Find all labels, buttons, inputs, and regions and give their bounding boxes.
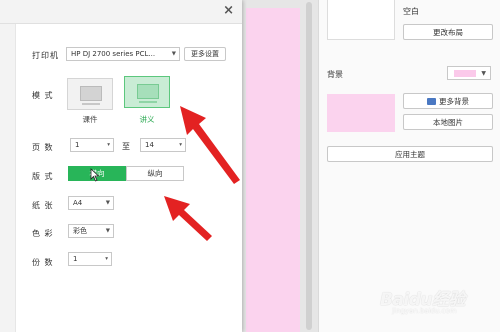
chevron-down-icon: ▼ — [481, 70, 486, 77]
background-preview — [327, 94, 395, 132]
color-select[interactable]: 彩色 ▼ — [68, 224, 114, 238]
change-layout-button[interactable]: 更改布局 — [403, 24, 493, 40]
background-color-swatch — [454, 70, 476, 77]
mode-courseware-card[interactable] — [67, 78, 113, 110]
printer-label: 打印机 — [32, 51, 59, 60]
slide-page-icon — [80, 86, 102, 101]
color-label: 色 彩 — [32, 229, 54, 238]
apply-theme-button[interactable]: 应用主题 — [327, 146, 493, 162]
annotation-arrow-icon — [180, 106, 240, 184]
local-image-button[interactable]: 本地图片 — [403, 114, 493, 130]
background-label: 背景 — [327, 70, 343, 79]
design-panel: 空白 更改布局 背景 ▼ 更多背景 本地图片 应用主题 — [318, 0, 500, 332]
slide-canvas — [246, 8, 300, 332]
canvas-scrollbar[interactable] — [306, 2, 312, 330]
mode-handout-card[interactable] — [124, 76, 170, 108]
spinner-icon: ▾ — [105, 256, 108, 262]
layout-name: 空白 — [403, 7, 419, 16]
dialog-preview-strip — [0, 24, 16, 332]
page-range-separator: 至 — [122, 142, 130, 151]
printer-select[interactable]: HP DJ 2700 series PCL... ▼ — [66, 47, 180, 61]
printer-value: HP DJ 2700 series PCL... — [71, 50, 156, 58]
more-settings-button[interactable]: 更多设置 — [184, 47, 226, 61]
more-backgrounds-label: 更多背景 — [439, 96, 469, 106]
watermark-url: jingyan.baidu.com — [392, 307, 457, 315]
page-from-value: 1 — [75, 141, 80, 149]
annotation-arrow-icon — [164, 196, 212, 241]
mode-courseware-label: 课件 — [82, 115, 98, 124]
orientation-label: 版 式 — [32, 172, 54, 181]
paper-label: 纸 张 — [32, 201, 54, 210]
copies-label: 份 数 — [32, 258, 54, 267]
slide-caption-line — [82, 103, 100, 105]
image-icon — [427, 97, 436, 105]
background-color-select[interactable]: ▼ — [447, 66, 491, 80]
pages-label: 页 数 — [32, 143, 54, 152]
close-icon[interactable]: × — [223, 4, 234, 18]
page-from-input[interactable]: 1 ▾ — [70, 138, 114, 152]
copies-value: 1 — [73, 255, 78, 263]
more-backgrounds-button[interactable]: 更多背景 — [403, 93, 493, 109]
color-value: 彩色 — [73, 227, 87, 235]
handout-page-icon — [137, 84, 159, 99]
paper-select[interactable]: A4 ▼ — [68, 196, 114, 210]
copies-input[interactable]: 1 ▾ — [68, 252, 112, 266]
mode-handout-label: 讲义 — [139, 115, 155, 124]
paper-value: A4 — [73, 199, 83, 207]
layout-thumbnail[interactable] — [327, 0, 395, 40]
chevron-down-icon: ▼ — [105, 228, 110, 234]
spinner-icon: ▾ — [107, 142, 110, 148]
chevron-down-icon: ▼ — [171, 51, 176, 57]
dialog-header: × — [0, 0, 242, 24]
mouse-cursor-icon — [90, 168, 100, 182]
mode-label: 模 式 — [32, 91, 54, 100]
page-to-value: 14 — [145, 141, 154, 149]
chevron-down-icon: ▼ — [105, 200, 110, 206]
handout-caption-line — [139, 101, 157, 103]
